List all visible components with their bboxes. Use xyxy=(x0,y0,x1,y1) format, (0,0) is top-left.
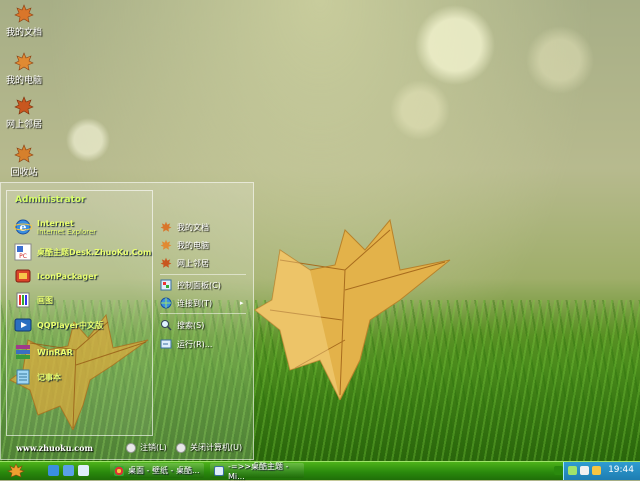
quicklaunch-desktop-icon[interactable] xyxy=(78,465,89,476)
place-label: 我的电脑 xyxy=(177,240,209,250)
taskbar-item-label: 桌面 - 壁纸 - 桌酷... xyxy=(128,466,200,475)
program-item-paint[interactable]: 画图 xyxy=(14,291,53,309)
program-title: 画图 xyxy=(37,295,53,305)
run-icon xyxy=(160,339,172,349)
place-item-control-panel[interactable]: 控制面板(C) xyxy=(160,279,221,291)
program-title: Internet xyxy=(37,218,74,228)
theme-icon: PC xyxy=(14,243,32,261)
program-item-iconpackager[interactable]: IconPackager xyxy=(14,267,98,285)
program-title: QQPlayer中文版 xyxy=(37,320,103,330)
zhuoku-site-text: www.zhuoku.com xyxy=(16,443,93,453)
place-item-connect-to[interactable]: 连接到(T) xyxy=(160,297,212,309)
place-item-my-documents[interactable]: 我的文档 xyxy=(160,221,209,233)
tray-network-icon[interactable] xyxy=(568,466,577,475)
program-title: 桌酷主题Desk.ZhuoKu.Com xyxy=(37,247,152,257)
tray-volume-icon[interactable] xyxy=(580,466,589,475)
program-item-winrar[interactable]: WinRAR xyxy=(14,343,73,361)
desktop-icon-label: 我的电脑 xyxy=(5,76,42,86)
logoff-label: 注销(L) xyxy=(140,443,167,452)
iconpackager-icon xyxy=(15,269,31,283)
start-menu-username: Administrator xyxy=(15,195,86,205)
maple-leaf-icon xyxy=(160,257,172,268)
program-title: IconPackager xyxy=(37,271,98,281)
maple-leaf-icon xyxy=(160,239,172,250)
tray-expand-icon[interactable] xyxy=(554,466,563,475)
ie-icon: e xyxy=(14,219,32,235)
place-label: 控制面板(C) xyxy=(177,280,221,290)
place-label: 我的文档 xyxy=(177,222,209,232)
program-item-internet[interactable]: e Internet Internet Explorer xyxy=(14,218,96,236)
program-item-qqplayer[interactable]: QQPlayer中文版 xyxy=(14,316,103,334)
submenu-arrow-icon: ▸ xyxy=(240,299,244,307)
shutdown-button[interactable]: 关闭计算机(U) xyxy=(176,442,242,453)
place-label: 搜索(S) xyxy=(177,320,205,330)
system-tray: 19:44 xyxy=(554,462,640,480)
taskbar-item-browser[interactable]: 桌面 - 壁纸 - 桌酷... xyxy=(110,463,204,478)
notepad-icon xyxy=(16,369,30,385)
program-subtitle: Internet Explorer xyxy=(37,227,97,236)
taskbar-clock: 19:44 xyxy=(608,465,634,475)
player-icon xyxy=(14,318,32,332)
taskbar: 桌面 - 壁纸 - 桌酷... -=>>桌酷主题 - Mi... 19:44 xyxy=(0,461,640,481)
quicklaunch-ie-icon[interactable] xyxy=(48,465,59,476)
svg-text:e: e xyxy=(20,221,27,234)
shutdown-label: 关闭计算机(U) xyxy=(190,443,243,452)
place-label: 连接到(T) xyxy=(177,298,213,308)
maple-leaf-wallpaper xyxy=(254,218,451,400)
desktop-icon-my-computer[interactable]: 我的电脑 xyxy=(0,52,48,86)
place-item-search[interactable]: 搜索(S) xyxy=(160,319,204,331)
quicklaunch-browser-icon[interactable] xyxy=(63,465,74,476)
start-button[interactable] xyxy=(6,463,26,479)
power-icon xyxy=(176,442,186,453)
svg-text:PC: PC xyxy=(19,253,27,260)
desktop-icon-recycle-bin[interactable]: 回收站 xyxy=(0,144,48,178)
place-item-run[interactable]: 运行(R)... xyxy=(160,338,212,350)
logoff-icon xyxy=(126,442,136,453)
desktop-icon-my-documents[interactable]: 我的文档 xyxy=(0,4,48,38)
place-label: 运行(R)... xyxy=(177,339,213,349)
maple-leaf-icon xyxy=(14,52,34,71)
tray-app-icon[interactable] xyxy=(592,466,601,475)
desktop-icon-label: 回收站 xyxy=(10,168,38,178)
control-panel-icon xyxy=(160,279,172,291)
program-title: WinRAR xyxy=(37,347,73,357)
paint-icon xyxy=(16,292,30,308)
search-icon xyxy=(161,320,172,331)
document-icon xyxy=(214,465,224,476)
place-label: 网上邻居 xyxy=(177,258,209,268)
maple-leaf-icon xyxy=(160,221,172,232)
winrar-icon xyxy=(16,345,30,359)
desktop-icon-label: 网上邻居 xyxy=(5,120,42,130)
program-item-zhuoku-theme[interactable]: PC 桌酷主题Desk.ZhuoKu.Com xyxy=(14,243,151,261)
place-item-my-computer[interactable]: 我的电脑 xyxy=(160,239,209,251)
taskbar-item-theme[interactable]: -=>>桌酷主题 - Mi... xyxy=(210,461,304,481)
browser-icon xyxy=(114,465,124,476)
logoff-button[interactable]: 注销(L) xyxy=(126,442,167,453)
program-title: 记事本 xyxy=(37,372,61,382)
menu-separator xyxy=(160,313,246,314)
place-item-network[interactable]: 网上邻居 xyxy=(160,257,209,269)
taskbar-item-label: -=>>桌酷主题 - Mi... xyxy=(228,461,289,481)
desktop-icon-label: 我的文档 xyxy=(5,28,42,38)
maple-leaf-icon xyxy=(14,4,34,23)
maple-leaf-icon xyxy=(14,96,34,115)
menu-separator xyxy=(160,274,246,275)
maple-leaf-icon xyxy=(14,144,34,163)
program-item-notepad[interactable]: 记事本 xyxy=(14,368,61,386)
globe-icon xyxy=(160,297,172,309)
desktop-icon-network[interactable]: 网上邻居 xyxy=(0,96,48,130)
